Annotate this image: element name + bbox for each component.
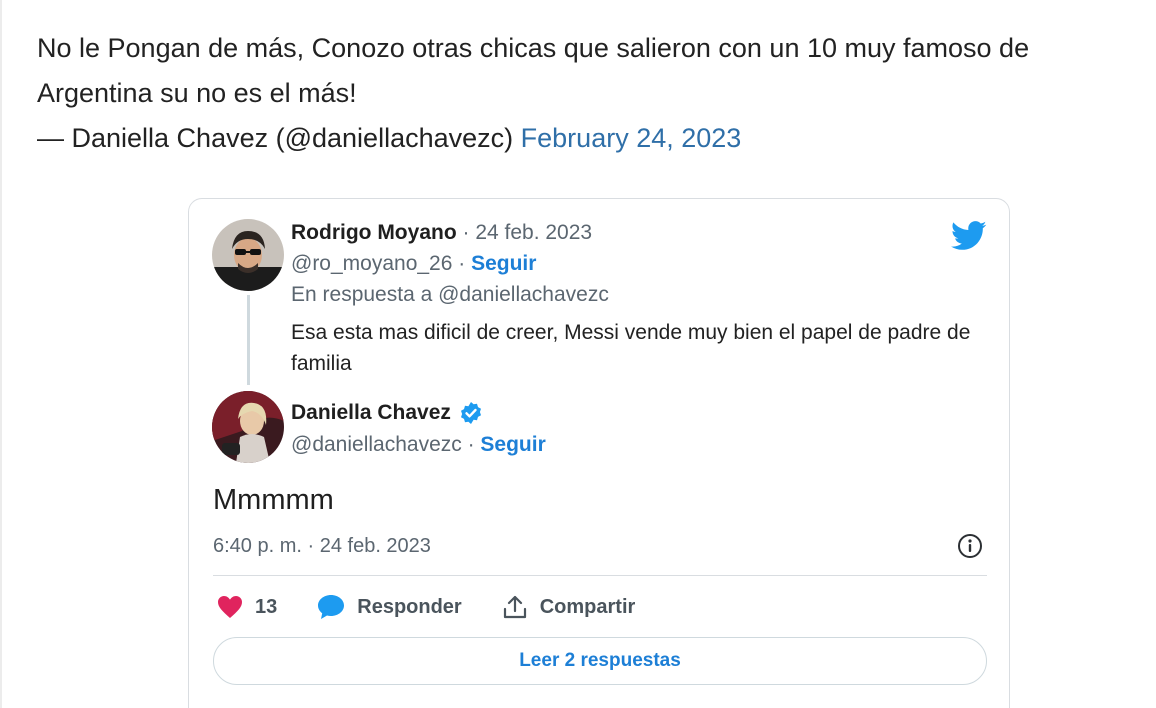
main-handle-row: @daniellachavezc · Seguir [291,433,546,457]
reply-author-row: Rodrigo Moyano · 24 feb. 2023 [291,221,592,245]
tweet-date[interactable]: · 24 feb. 2023 [457,221,592,244]
blockquote: No le Pongan de más, Conozo otras chicas… [37,26,1127,161]
share-label: Compartir [539,595,636,618]
in-reply-to[interactable]: En respuesta a @daniellachavezc [291,283,609,307]
quote-text: No le Pongan de más, Conozo otras chicas… [37,33,1030,108]
tweet-date-link[interactable]: February 24, 2023 [521,123,742,153]
follow-button[interactable]: Seguir [471,252,536,275]
like-button[interactable]: 13 [217,595,277,619]
avatar[interactable] [212,391,284,463]
twitter-bird-icon[interactable] [951,221,987,251]
attribution-author: — Daniella Chavez (@daniellachavezc) [37,123,514,153]
reply-label: Responder [357,595,462,618]
reply-button[interactable]: Responder [317,594,462,620]
share-icon [503,595,526,619]
author-handle[interactable]: @ro_moyano_26 · [291,252,471,275]
main-author-row: Daniella Chavez [291,401,483,425]
divider [213,575,987,576]
page: No le Pongan de más, Conozo otras chicas… [0,0,1156,708]
quote-attribution: — Daniella Chavez (@daniellachavezc) Feb… [37,116,1127,161]
embedded-tweet-card[interactable]: Rodrigo Moyano · 24 feb. 2023 @ro_moyano… [188,198,1010,708]
reply-handle-row: @ro_moyano_26 · Seguir [291,252,536,276]
main-tweet-text: Mmmmm [213,484,334,516]
reply-bubble-icon [318,595,345,619]
verified-badge-icon [460,402,481,424]
heart-icon [218,596,242,618]
author-name[interactable]: Rodrigo Moyano [291,221,457,244]
tweet-actions: 13 Responder Compartir [217,594,675,620]
author-handle[interactable]: @daniellachavezc · [291,433,480,456]
avatar[interactable] [212,219,284,291]
divider [0,0,2,708]
reply-tweet-text: Esa esta mas dificil de creer, Messi ven… [291,321,971,375]
author-name[interactable]: Daniella Chavez [291,401,451,425]
share-button[interactable]: Compartir [502,594,636,620]
info-icon[interactable] [957,533,983,559]
follow-button[interactable]: Seguir [480,433,545,456]
like-count: 13 [255,595,278,618]
read-replies-button[interactable]: Leer 2 respuestas [213,637,987,685]
thread-connector [247,295,250,385]
tweet-timestamp[interactable]: 6:40 p. m. · 24 feb. 2023 [213,535,431,558]
